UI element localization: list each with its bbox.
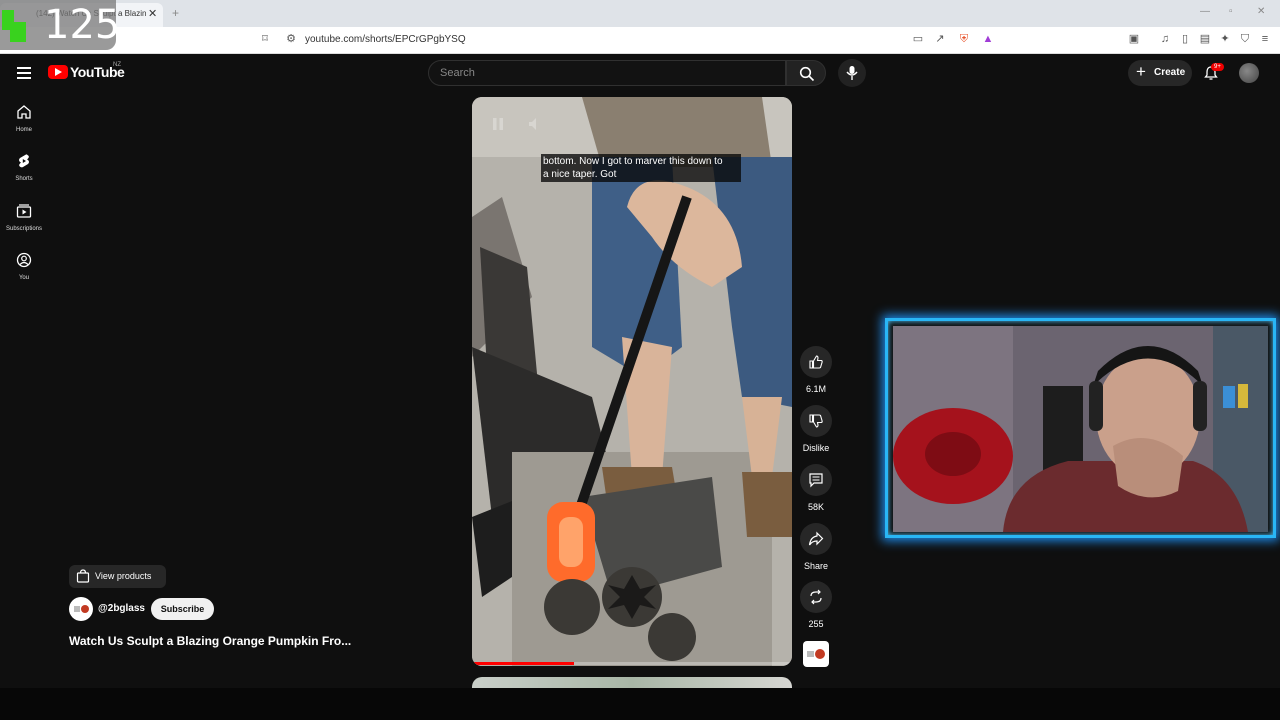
sidebar-label: Home [15, 127, 32, 133]
caption-line: a nice taper. Got [543, 169, 617, 180]
restore-icon[interactable]: ▫ [1229, 6, 1233, 17]
sidebar-item-you[interactable]: You [0, 252, 48, 281]
counter-overlay: 125 [0, 0, 120, 50]
webcam-overlay [885, 318, 1276, 538]
account-avatar[interactable] [1239, 63, 1259, 83]
comment-icon [809, 473, 823, 488]
short-video-player[interactable]: bottom. Now I got to marver this down to… [472, 97, 792, 666]
share-icon [808, 531, 824, 546]
rewards-icon[interactable]: ▲ [981, 32, 995, 46]
sidebar-item-home[interactable]: Home [0, 104, 48, 133]
notification-badge: 9+ [1211, 63, 1224, 71]
video-progress-bar[interactable] [472, 662, 792, 665]
wallet-icon[interactable]: ▤ [1198, 32, 1212, 46]
site-settings-icon[interactable]: ⚙ [284, 32, 298, 46]
thumbs-up-icon [809, 355, 823, 369]
channel-handle[interactable]: @2bglass [98, 603, 145, 614]
comment-count: 58K [807, 502, 824, 512]
country-code: NZ [113, 62, 121, 68]
thumbs-down-icon [809, 414, 823, 428]
view-products-label: View products [95, 571, 152, 581]
search-button[interactable] [786, 60, 826, 86]
share-button[interactable]: Share [800, 523, 832, 571]
share-page-icon[interactable]: ↗ [933, 32, 947, 46]
sidebar-item-subscriptions[interactable]: Subscriptions [0, 203, 48, 232]
search-icon [799, 66, 815, 82]
media-icon[interactable]: ♫ [1158, 32, 1172, 46]
bottom-letterbox [0, 688, 1280, 720]
caption-line: bottom. Now I got to marver this down to [543, 156, 723, 167]
short-title[interactable]: Watch Us Sculpt a Blazing Orange Pumpkin… [69, 634, 351, 648]
youtube-logo-icon[interactable] [48, 65, 68, 79]
browser-tab-strip: (142) Watch Us Sculpt a Blazing ✕ + — ▫ … [0, 0, 1280, 27]
remix-count: 255 [808, 619, 824, 629]
new-tab-icon[interactable]: + [172, 6, 179, 20]
home-icon [17, 105, 31, 119]
menu-icon[interactable]: ≡ [1258, 32, 1272, 46]
create-label: Create [1154, 67, 1186, 78]
tab-close-icon[interactable]: ✕ [148, 7, 157, 20]
leo-ai-icon[interactable]: ✦ [1218, 32, 1232, 46]
bookmark-icon[interactable]: ⌑ [258, 32, 272, 46]
search-input[interactable] [440, 67, 770, 79]
search-field[interactable] [428, 60, 786, 86]
pause-icon[interactable] [491, 117, 505, 131]
plus-icon: + [1136, 62, 1146, 81]
sidebar-toggle-icon[interactable]: ▣ [1127, 32, 1141, 46]
comments-button[interactable]: 58K [800, 464, 832, 512]
voice-search-button[interactable] [838, 59, 866, 87]
minimize-icon[interactable]: — [1200, 6, 1210, 17]
microphone-icon [846, 66, 858, 80]
dislike-label: Dislike [802, 443, 830, 453]
address-bar: ⌑ ⚙ youtube.com/shorts/EPCrGPgbYSQ ▭ ↗ ⛨… [0, 27, 1280, 54]
guide-menu-icon[interactable] [17, 67, 31, 79]
webcam-feed-image [893, 326, 1268, 532]
dislike-button[interactable]: Dislike [800, 405, 832, 453]
subscriptions-icon [16, 204, 32, 218]
remix-button[interactable]: 255 [800, 581, 832, 629]
green-check-icon [2, 10, 26, 42]
brave-shield-icon[interactable]: ⛨ [957, 32, 971, 46]
create-button[interactable]: + Create [1128, 60, 1192, 86]
channel-avatar[interactable] [69, 597, 93, 621]
sidebar-label: Subscriptions [5, 226, 43, 232]
sidebar-label: Shorts [15, 176, 33, 182]
remix-icon [810, 589, 822, 605]
youtube-header: YouTube NZ + Create 9+ [0, 54, 1280, 92]
close-window-icon[interactable]: ✕ [1257, 6, 1265, 17]
vpn-icon[interactable]: ⛉ [1238, 32, 1252, 46]
sidebar-item-shorts[interactable]: Shorts [0, 153, 48, 182]
channel-logo-icon [74, 605, 89, 613]
share-label: Share [803, 561, 829, 571]
closed-caption: bottom. Now I got to marver this down to… [541, 154, 741, 182]
sidebar-label: You [18, 275, 30, 281]
like-button[interactable]: 6.1M [800, 346, 832, 394]
you-icon [16, 252, 32, 268]
url-text[interactable]: youtube.com/shorts/EPCrGPgbYSQ [305, 34, 466, 45]
reading-list-icon[interactable]: ▯ [1178, 32, 1192, 46]
like-count: 6.1M [805, 384, 826, 394]
video-progress-fill [472, 662, 575, 665]
channel-logo-icon [807, 649, 825, 659]
shopping-bag-icon [76, 569, 90, 583]
view-products-button[interactable]: View products [69, 565, 166, 588]
sound-thumbnail[interactable] [803, 641, 829, 667]
shorts-icon [19, 154, 29, 168]
volume-icon[interactable] [528, 117, 542, 131]
subscribe-button[interactable]: Subscribe [151, 598, 214, 620]
counter-number: 125 [44, 2, 121, 48]
cast-icon[interactable]: ▭ [911, 32, 925, 46]
video-frame-image [472, 97, 792, 666]
